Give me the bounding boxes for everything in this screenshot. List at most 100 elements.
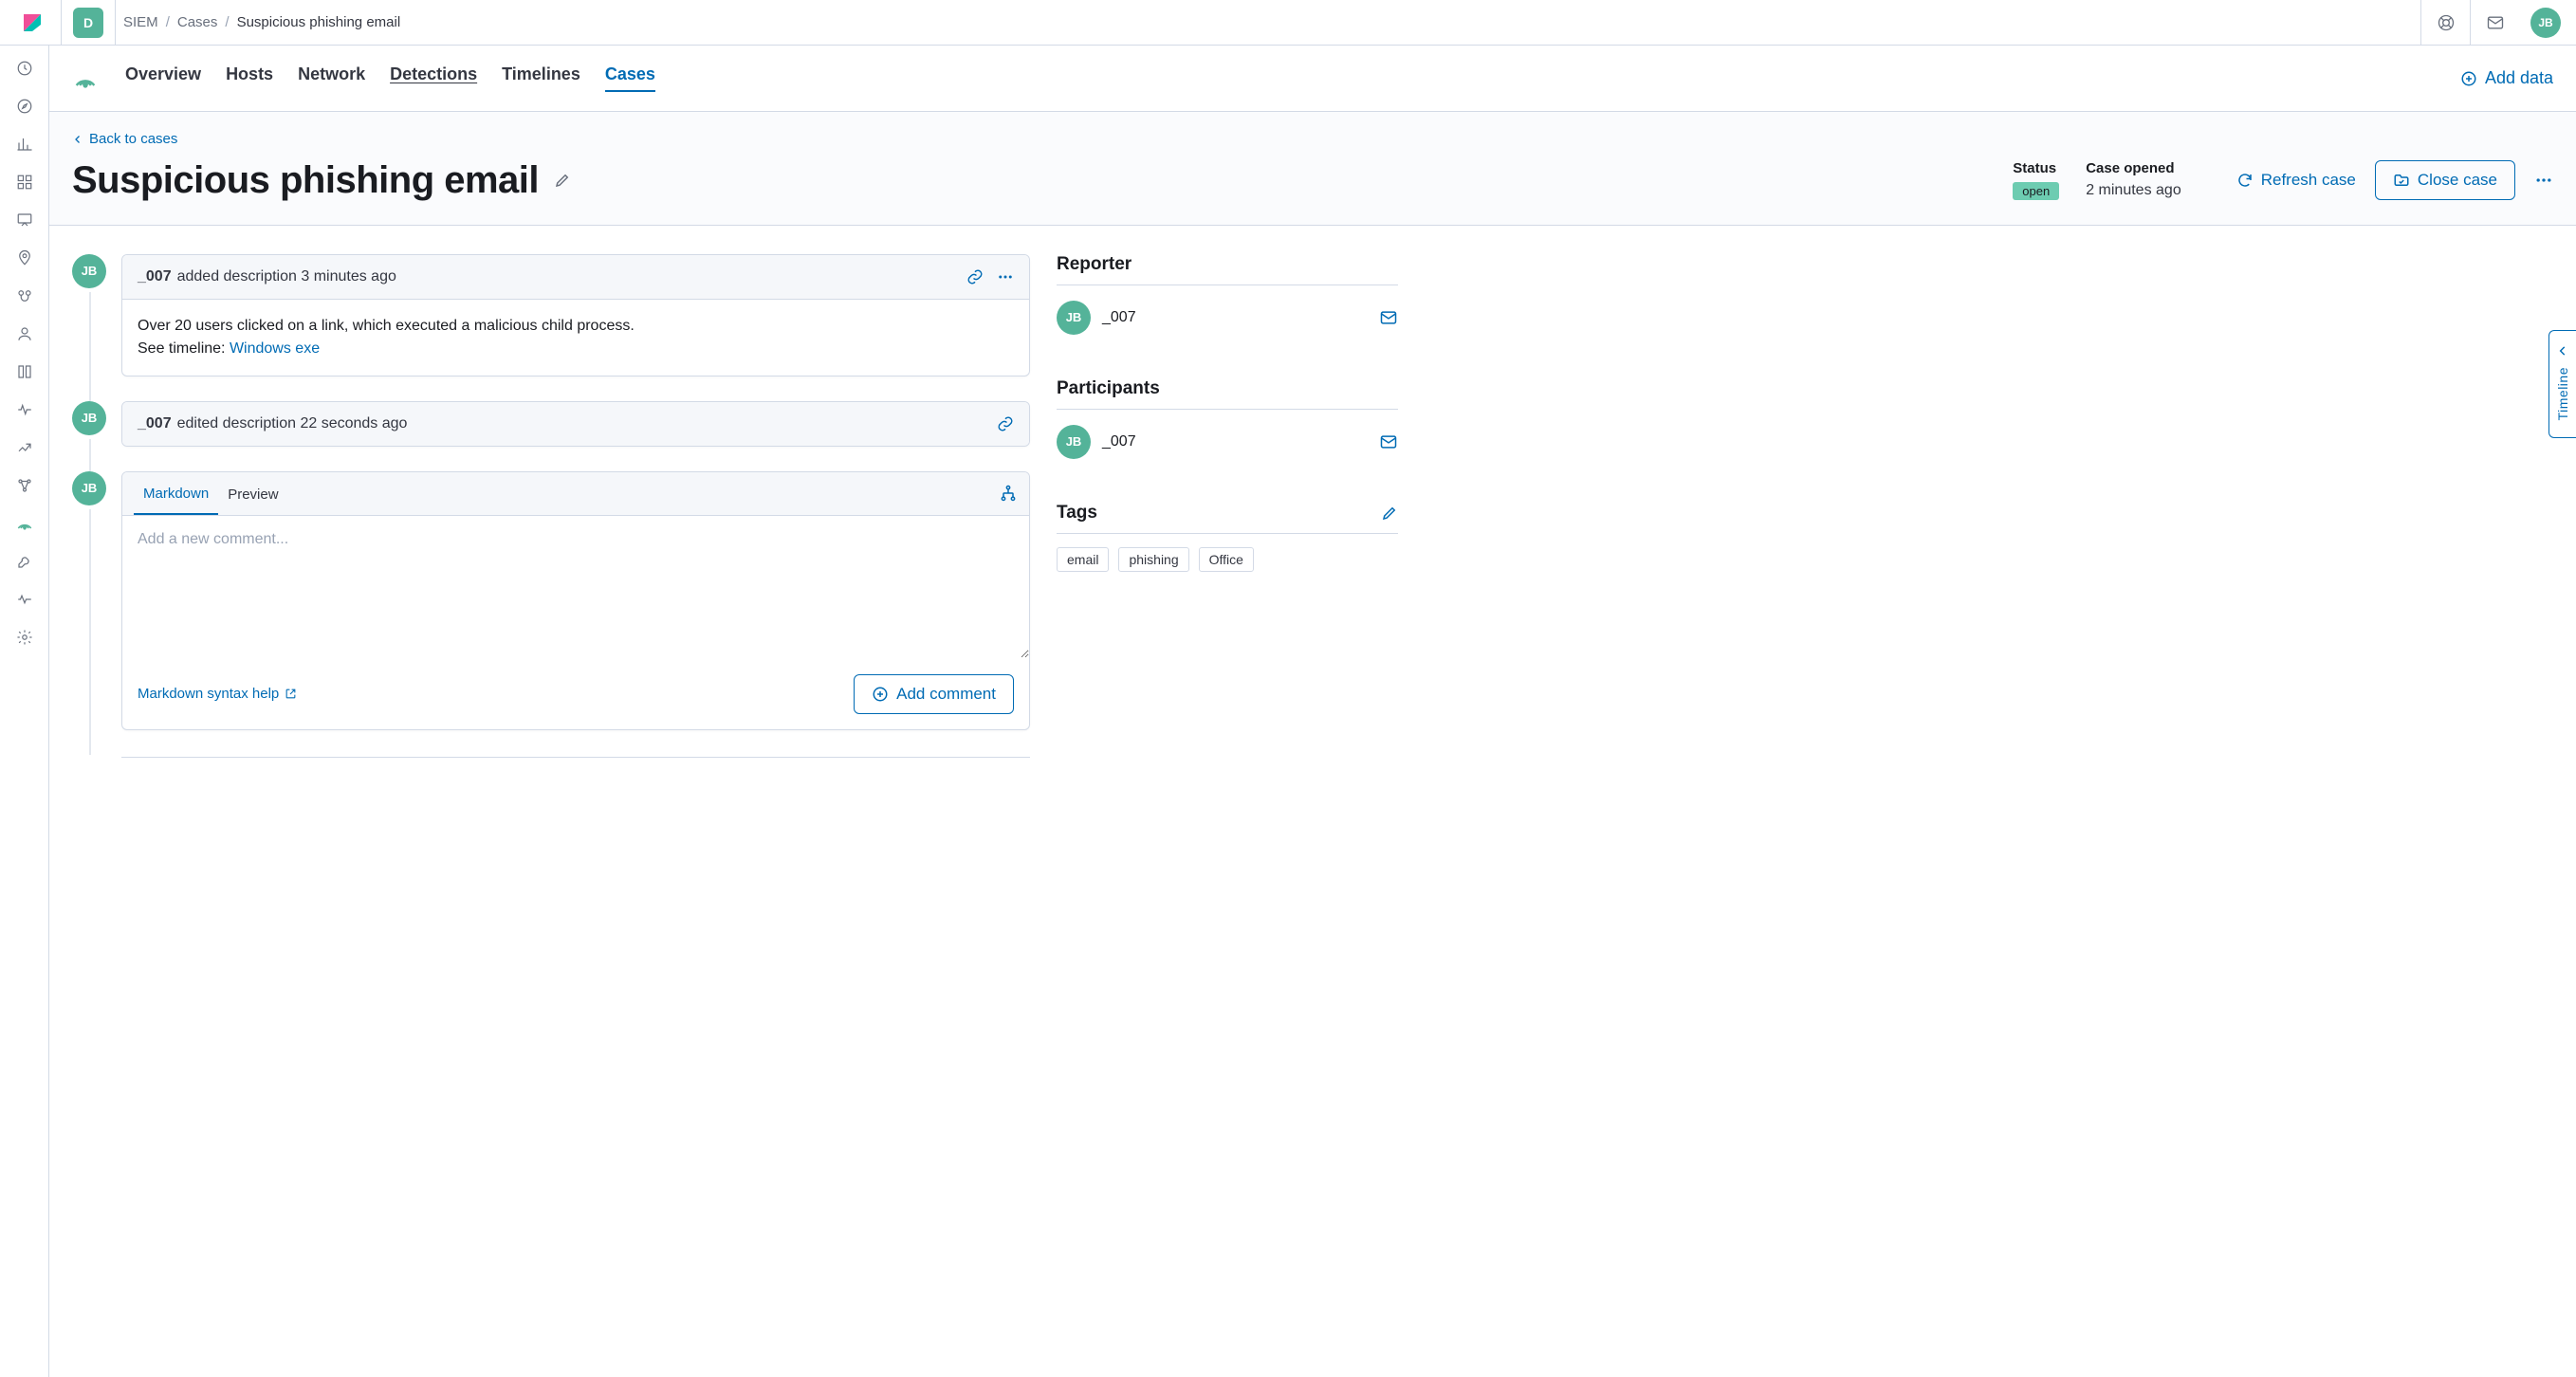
link-icon (997, 415, 1014, 432)
tab-timelines[interactable]: Timelines (502, 64, 580, 92)
status-badge: open (2013, 182, 2059, 200)
left-nav-rail (0, 46, 49, 1377)
add-comment-button[interactable]: Add comment (854, 674, 1014, 714)
rail-maps[interactable] (15, 248, 34, 267)
app-logo[interactable] (8, 11, 57, 34)
reporter-row: JB _007 (1057, 285, 1398, 350)
tags-section: Tags email phishing Office (1057, 503, 1398, 572)
tag-chip[interactable]: email (1057, 547, 1109, 572)
rail-graph[interactable] (15, 476, 34, 495)
close-case-button[interactable]: Close case (2375, 160, 2515, 200)
tab-network[interactable]: Network (298, 64, 365, 92)
hierarchy-icon (999, 484, 1018, 503)
logs-icon (16, 363, 33, 380)
activity-menu-button[interactable] (997, 268, 1014, 285)
rail-apm[interactable] (15, 400, 34, 419)
tab-hosts[interactable]: Hosts (226, 64, 273, 92)
copy-link-button[interactable] (966, 268, 984, 285)
rail-siem[interactable] (15, 514, 34, 533)
participants-section: Participants JB _007 (1057, 378, 1398, 474)
breadcrumb-separator: / (166, 14, 170, 30)
avatar: JB (1057, 425, 1091, 459)
person-icon (16, 325, 33, 342)
notifications-button[interactable] (2470, 0, 2519, 46)
tag-chip[interactable]: phishing (1118, 547, 1188, 572)
avatar: JB (72, 471, 106, 505)
activity-user: _007 (138, 415, 172, 432)
status-block: Status open (2013, 160, 2059, 200)
markdown-help-link[interactable]: Markdown syntax help (138, 686, 297, 702)
rail-logs[interactable] (15, 362, 34, 381)
copy-link-button[interactable] (997, 415, 1014, 432)
newsfeed-button[interactable] (2420, 0, 2470, 46)
rail-dev-tools[interactable] (15, 552, 34, 571)
participant-row: JB _007 (1057, 410, 1398, 474)
comment-composer: Markdown Preview Markdown syntax help (121, 471, 1030, 730)
reporter-name: _007 (1102, 309, 1136, 326)
refresh-case-button[interactable]: Refresh case (2236, 171, 2356, 190)
back-label: Back to cases (89, 131, 177, 147)
graph-icon (16, 477, 33, 494)
presentation-icon (16, 211, 33, 229)
description-line: Over 20 users clicked on a link, which e… (138, 315, 1014, 338)
lifebuoy-icon (2437, 13, 2456, 32)
pin-icon (16, 249, 33, 266)
chevron-left-icon (72, 134, 83, 145)
breadcrumb-cases[interactable]: Cases (177, 14, 218, 30)
activity-item: JB _007 added description 3 minutes ago (72, 254, 1030, 376)
rail-monitoring[interactable] (15, 590, 34, 609)
email-participant-button[interactable] (1379, 432, 1398, 451)
divider (61, 0, 62, 45)
composer-tab-markdown[interactable]: Markdown (134, 472, 218, 515)
rail-dashboard[interactable] (15, 173, 34, 192)
back-to-cases-link[interactable]: Back to cases (72, 131, 177, 147)
rail-canvas[interactable] (15, 211, 34, 230)
compass-icon (16, 98, 33, 115)
case-header: Back to cases Suspicious phishing email … (49, 112, 2576, 226)
opened-block: Case opened 2 minutes ago (2086, 160, 2181, 199)
breadcrumb-siem[interactable]: SIEM (123, 14, 158, 30)
breadcrumb-separator: / (225, 14, 229, 30)
email-reporter-button[interactable] (1379, 308, 1398, 327)
rail-metrics[interactable] (15, 324, 34, 343)
insert-timeline-button[interactable] (999, 484, 1018, 503)
add-data-link[interactable]: Add data (2460, 68, 2553, 88)
tab-cases[interactable]: Cases (605, 64, 655, 92)
avatar: JB (72, 401, 106, 435)
space-selector[interactable]: D (73, 8, 103, 38)
radar-icon (15, 514, 34, 533)
description-line-prefix: See timeline: (138, 340, 230, 357)
edit-title-button[interactable] (554, 172, 571, 189)
mail-icon (1379, 432, 1398, 451)
rail-recent[interactable] (15, 59, 34, 78)
rail-uptime[interactable] (15, 438, 34, 457)
edit-tags-button[interactable] (1381, 505, 1398, 522)
plus-circle-icon (2460, 70, 2477, 87)
comment-textarea[interactable] (122, 516, 1029, 658)
gear-icon (16, 629, 33, 646)
folder-check-icon (2393, 172, 2410, 189)
composer-tab-preview[interactable]: Preview (218, 473, 287, 514)
rail-discover[interactable] (15, 97, 34, 116)
reporter-section: Reporter JB _007 (1057, 254, 1398, 350)
brain-icon (16, 287, 33, 304)
user-menu[interactable]: JB (2530, 8, 2561, 38)
rail-visualize[interactable] (15, 135, 34, 154)
timeline-flyout-toggle[interactable]: Timeline (2548, 330, 2576, 438)
add-comment-label: Add comment (896, 685, 996, 704)
timeline-tab-label: Timeline (2555, 367, 2570, 420)
avatar: JB (72, 254, 106, 288)
rail-management[interactable] (15, 628, 34, 647)
tag-chip[interactable]: Office (1199, 547, 1254, 572)
case-actions-menu[interactable] (2534, 171, 2553, 190)
mail-icon (2486, 13, 2505, 32)
avatar: JB (1057, 301, 1091, 335)
heartbeat-icon (16, 591, 33, 608)
mail-icon (1379, 308, 1398, 327)
timeline-link[interactable]: Windows exe (230, 340, 320, 357)
activity-time: 22 seconds ago (300, 415, 407, 432)
tab-detections[interactable]: Detections (390, 64, 477, 92)
tab-overview[interactable]: Overview (125, 64, 201, 92)
tags-heading: Tags (1057, 503, 1097, 523)
rail-ml[interactable] (15, 286, 34, 305)
